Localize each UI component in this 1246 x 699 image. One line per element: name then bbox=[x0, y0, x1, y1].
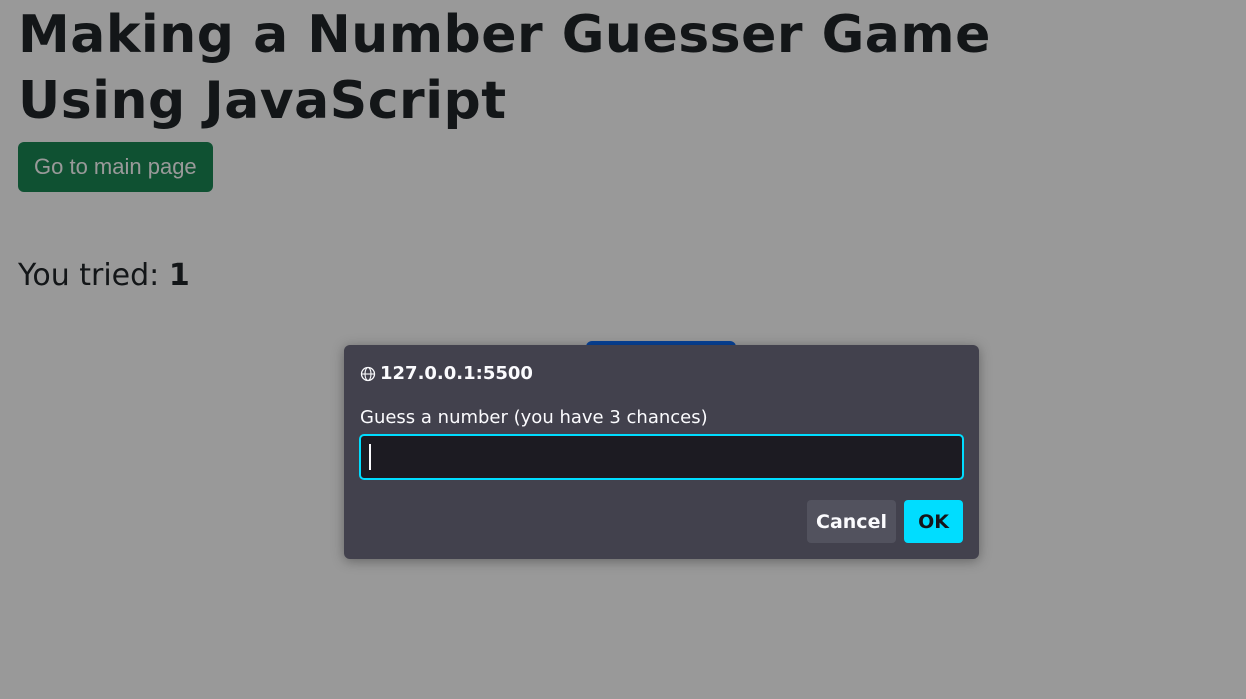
dialog-origin: 127.0.0.1:5500 bbox=[360, 363, 533, 384]
cancel-button[interactable]: Cancel bbox=[807, 500, 896, 543]
guess-input[interactable] bbox=[359, 434, 964, 480]
globe-icon bbox=[360, 366, 376, 381]
prompt-dialog: 127.0.0.1:5500 Guess a number (you have … bbox=[344, 345, 979, 559]
text-caret bbox=[369, 444, 371, 470]
ok-button[interactable]: OK bbox=[904, 500, 963, 543]
dialog-message: Guess a number (you have 3 chances) bbox=[360, 407, 708, 428]
dialog-origin-text: 127.0.0.1:5500 bbox=[380, 363, 533, 384]
